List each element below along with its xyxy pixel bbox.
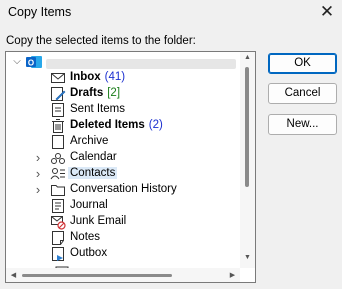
folder-name: Conversation History xyxy=(70,183,177,195)
calendar-icon xyxy=(50,150,66,166)
tree-item-label: Sent Items xyxy=(70,103,125,115)
unread-count: (41) xyxy=(104,71,126,83)
tree-item[interactable]: › Conversation History xyxy=(6,182,242,198)
account-name-redacted xyxy=(46,59,236,69)
scroll-up-icon[interactable]: ▲ xyxy=(240,54,255,61)
tree-item-label: Notes xyxy=(70,231,100,243)
tree-item-label: Journal xyxy=(70,199,108,211)
notes-icon xyxy=(50,230,66,246)
tree-root[interactable]: ⌵ O xyxy=(6,54,242,70)
vertical-scroll-thumb[interactable] xyxy=(245,67,249,187)
scroll-down-icon[interactable]: ▼ xyxy=(240,254,255,261)
window-title: Copy Items xyxy=(8,5,72,19)
folder-name: Journal xyxy=(70,199,108,211)
folder-name: Calendar xyxy=(70,151,117,163)
tree-item[interactable]: Junk Email xyxy=(6,214,242,230)
svg-text:O: O xyxy=(28,59,34,68)
folder-name: Deleted Items xyxy=(70,119,145,131)
tree-item-label: Contacts xyxy=(68,167,118,179)
horizontal-scroll-thumb[interactable] xyxy=(22,274,172,277)
tree-item-label: Outbox xyxy=(70,247,107,259)
new-folder-button[interactable]: New... xyxy=(268,114,337,135)
tree-item[interactable]: Archive xyxy=(6,134,242,150)
inbox-icon xyxy=(50,70,66,86)
unread-count: (2) xyxy=(148,119,163,131)
folder-name: Notes xyxy=(70,231,101,243)
folder-tree[interactable]: ⌵ O Inbox (41) Drafts [2] Sent Items Deleted … xyxy=(5,51,256,283)
outlook-account-icon: O xyxy=(26,54,42,70)
tree-item[interactable]: Outbox xyxy=(6,246,242,262)
tree-item[interactable]: Sent Items xyxy=(6,102,242,118)
tree-item[interactable]: Inbox (41) xyxy=(6,70,242,86)
tree-item-label: Calendar xyxy=(70,151,117,163)
junk-email-icon xyxy=(50,214,66,230)
tree-item[interactable]: Notes xyxy=(6,230,242,246)
cancel-button[interactable]: Cancel xyxy=(268,83,337,104)
folder-name: Outbox xyxy=(70,247,108,259)
folder-name: Sent Items xyxy=(70,103,125,115)
tree-item[interactable]: Drafts [2] xyxy=(6,86,242,102)
deleted-items-icon xyxy=(50,118,66,134)
folder-name: Drafts xyxy=(70,87,104,99)
tree-item-label: Deleted Items (2) xyxy=(70,119,163,131)
folder-icon xyxy=(50,182,66,198)
folder-name: Archive xyxy=(70,135,109,147)
journal-icon xyxy=(50,198,66,214)
close-button[interactable]: ✕ xyxy=(312,0,342,26)
tree-item-label: Archive xyxy=(70,135,108,147)
folder-name: Inbox xyxy=(70,71,101,83)
sent-items-icon xyxy=(50,102,66,118)
folder-name: Contacts xyxy=(70,167,116,179)
scroll-left-icon[interactable]: ◀ xyxy=(6,271,21,279)
expand-chevron-icon[interactable]: › xyxy=(33,151,43,164)
contacts-icon xyxy=(50,166,66,182)
title-bar: Copy Items ✕ xyxy=(0,0,342,26)
drafts-icon xyxy=(50,86,66,102)
tree-item-label: Conversation History xyxy=(70,183,177,195)
tree-item-label: Drafts [2] xyxy=(70,87,120,99)
prompt-label: Copy the selected items to the folder: xyxy=(6,35,196,47)
unread-count: [2] xyxy=(107,87,121,99)
scroll-right-icon[interactable]: ▶ xyxy=(225,271,240,279)
tree-item[interactable]: Journal xyxy=(6,198,242,214)
ok-button[interactable]: OK xyxy=(268,53,337,74)
vertical-scrollbar[interactable]: ▲ ▼ xyxy=(240,52,255,268)
horizontal-scrollbar[interactable]: ◀ ▶ xyxy=(6,268,240,282)
tree-item[interactable]: › Contacts xyxy=(6,166,242,182)
folder-name: Junk Email xyxy=(70,215,127,227)
expand-chevron-icon[interactable]: › xyxy=(33,183,43,196)
tree-item[interactable]: Deleted Items (2) xyxy=(6,118,242,134)
tree-item-label: Inbox (41) xyxy=(70,71,125,83)
tree-item[interactable]: › Calendar xyxy=(6,150,242,166)
tree-item-label: Junk Email xyxy=(70,215,126,227)
expand-chevron-icon[interactable]: › xyxy=(33,167,43,180)
collapse-chevron-icon[interactable]: ⌵ xyxy=(12,56,22,68)
archive-icon xyxy=(50,134,66,150)
outbox-icon xyxy=(50,246,66,262)
